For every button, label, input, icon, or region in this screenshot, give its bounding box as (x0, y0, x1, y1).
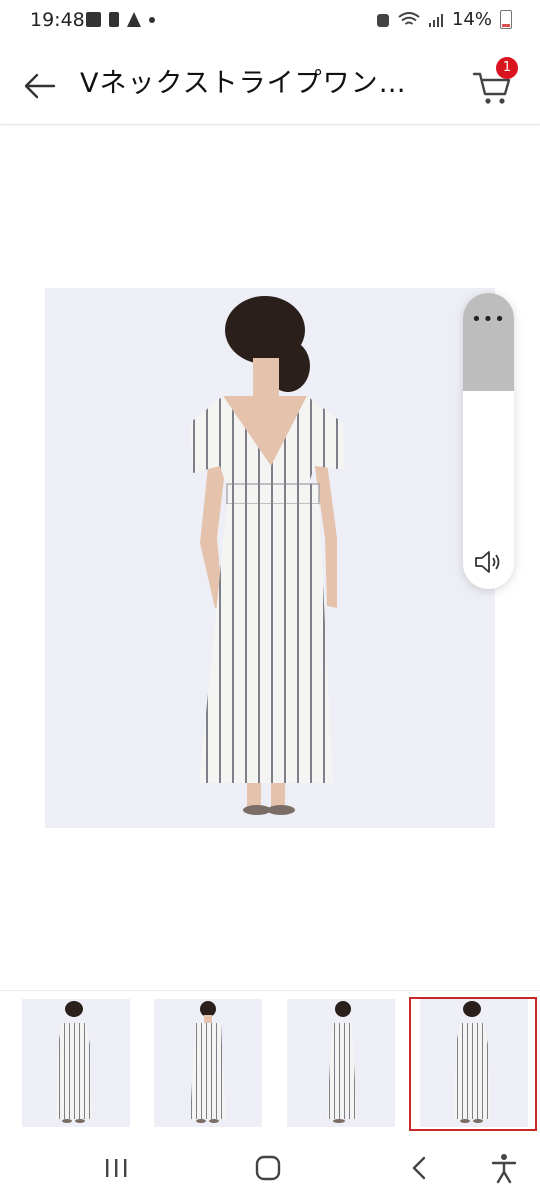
battery-percent: 14% (451, 9, 492, 30)
dress-back-photo (190, 296, 345, 815)
status-system-icons: 14% (376, 9, 512, 30)
recent-apps-icon[interactable] (96, 1152, 136, 1184)
thumbnail-strip (0, 990, 540, 1131)
wifi-icon (398, 11, 420, 25)
thumbnail-3[interactable] (287, 999, 395, 1127)
status-bar: 19:48 14% (0, 0, 540, 44)
volume-icon[interactable] (473, 549, 503, 575)
back-nav-icon[interactable] (400, 1152, 440, 1184)
arrow-left-icon[interactable] (22, 68, 58, 104)
thumbnail-1[interactable] (22, 999, 130, 1127)
side-panel-header (463, 293, 514, 391)
thumbnail-photo (190, 1001, 226, 1123)
dot-icon (149, 16, 155, 23)
home-icon[interactable] (248, 1152, 288, 1184)
app-bar: Vネックストライプワン… 1 (0, 44, 540, 125)
signal-icon (428, 13, 443, 27)
floating-side-panel: ••• (463, 293, 514, 589)
alert-icon (109, 12, 119, 27)
recycle-icon (376, 13, 389, 27)
accessibility-icon[interactable] (484, 1152, 524, 1184)
thumbnail-2[interactable] (154, 999, 262, 1127)
status-notification-icons (86, 12, 155, 27)
more-horizontal-icon[interactable]: ••• (463, 309, 514, 330)
cart-badge: 1 (496, 57, 518, 79)
thumbnail-photo (56, 1001, 92, 1123)
battery-icon (500, 10, 512, 29)
tower-icon (127, 12, 141, 27)
status-time: 19:48 (30, 9, 85, 31)
thumbnail-photo (327, 1001, 357, 1123)
thumbnail-selected-frame (409, 997, 537, 1131)
page-title: Vネックストライプワン… (80, 68, 407, 99)
system-nav-bar (0, 1136, 540, 1200)
product-image-main[interactable] (45, 288, 495, 828)
gallery-icon (86, 12, 101, 27)
